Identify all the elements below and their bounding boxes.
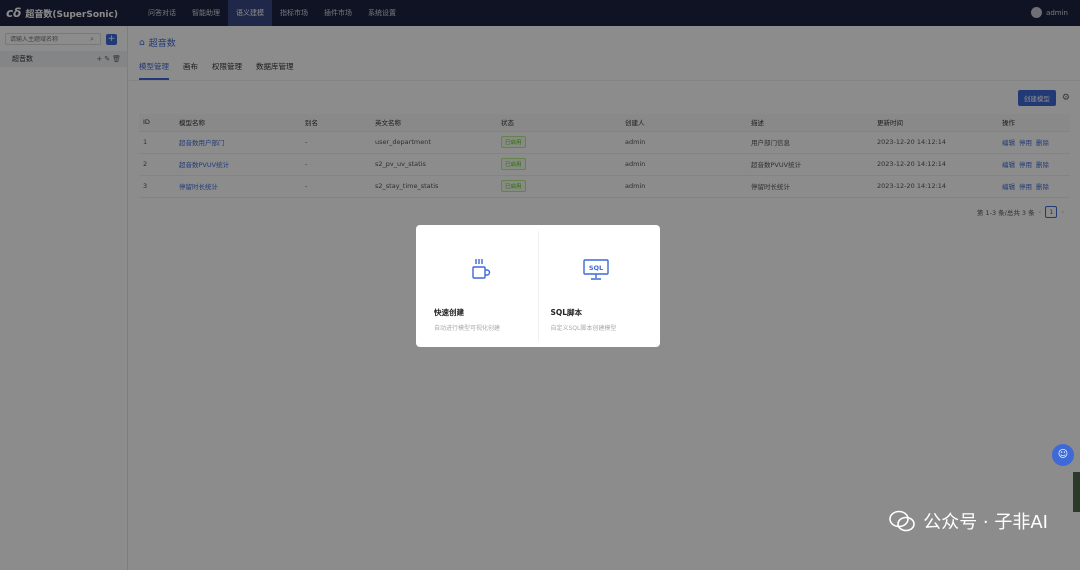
create-model-modal: 快速创建 自动进行模型可视化创建 SQL SQL脚本 自定义SQL脚本创建模型 [416, 225, 660, 347]
wechat-icon [889, 510, 916, 532]
sql-script-desc: 自定义SQL脚本创建模型 [550, 325, 617, 332]
coffee-cup-icon [422, 257, 538, 283]
sql-icon-text: SQL [589, 264, 603, 272]
side-drawer-handle[interactable] [1073, 472, 1080, 512]
watermark: 公众号 · 子非AI [889, 508, 1048, 534]
sql-script-title: SQL脚本 [550, 308, 583, 317]
quick-create-card[interactable]: 快速创建 自动进行模型可视化创建 [422, 231, 538, 341]
chat-assistant-button[interactable]: ☺ [1052, 444, 1074, 466]
sql-script-card[interactable]: SQL SQL脚本 自定义SQL脚本创建模型 [537, 231, 655, 341]
sql-monitor-icon: SQL [539, 257, 655, 283]
quick-create-desc: 自动进行模型可视化创建 [434, 325, 501, 332]
quick-create-title: 快速创建 [434, 308, 464, 317]
watermark-text: 公众号 · 子非AI [923, 512, 1048, 533]
